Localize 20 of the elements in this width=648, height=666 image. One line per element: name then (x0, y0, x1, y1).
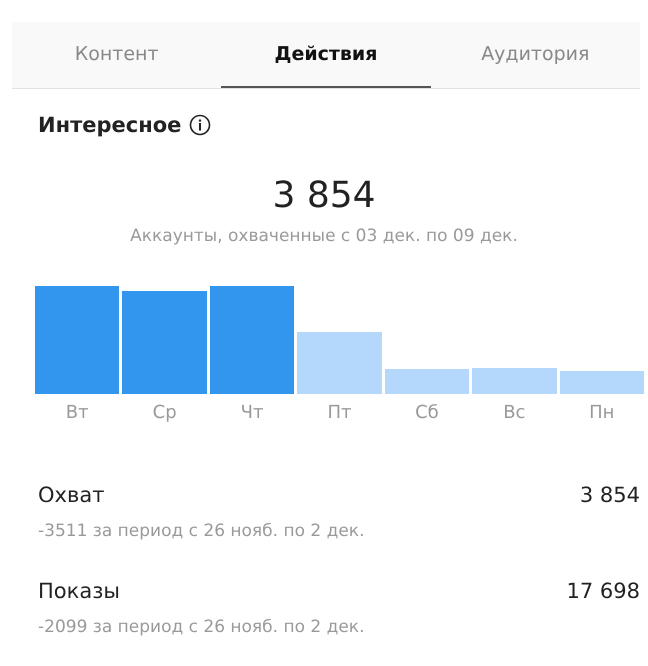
day-label: Ср (152, 402, 178, 423)
day-label: Пн (588, 402, 616, 423)
day-label: Сб (414, 402, 440, 423)
tab[interactable]: Аудитория (430, 22, 640, 88)
metric-name: Показы (38, 579, 120, 603)
chart-caption: Аккаунты, охваченные с 03 дек. по 09 дек. (129, 226, 519, 246)
total-count: 3 854 (271, 175, 377, 216)
tab[interactable]: Контент (12, 22, 222, 88)
metric-name: Охват (38, 483, 104, 507)
day-label: Вт (64, 402, 90, 423)
section-title: Интересное (38, 113, 182, 137)
metric-value: 17 698 (566, 579, 640, 603)
metric-change: -2099 за период с 26 нояб. по 2 дек. (38, 617, 366, 637)
day-label: Пт (326, 402, 352, 423)
info-icon[interactable] (189, 114, 212, 136)
metric-change: -3511 за период с 26 нояб. по 2 дек. (38, 521, 366, 541)
day-label: Вс (502, 402, 526, 423)
tab[interactable]: Действия (221, 22, 431, 88)
day-label: Чт (240, 402, 264, 423)
metric-value: 3 854 (580, 483, 640, 507)
